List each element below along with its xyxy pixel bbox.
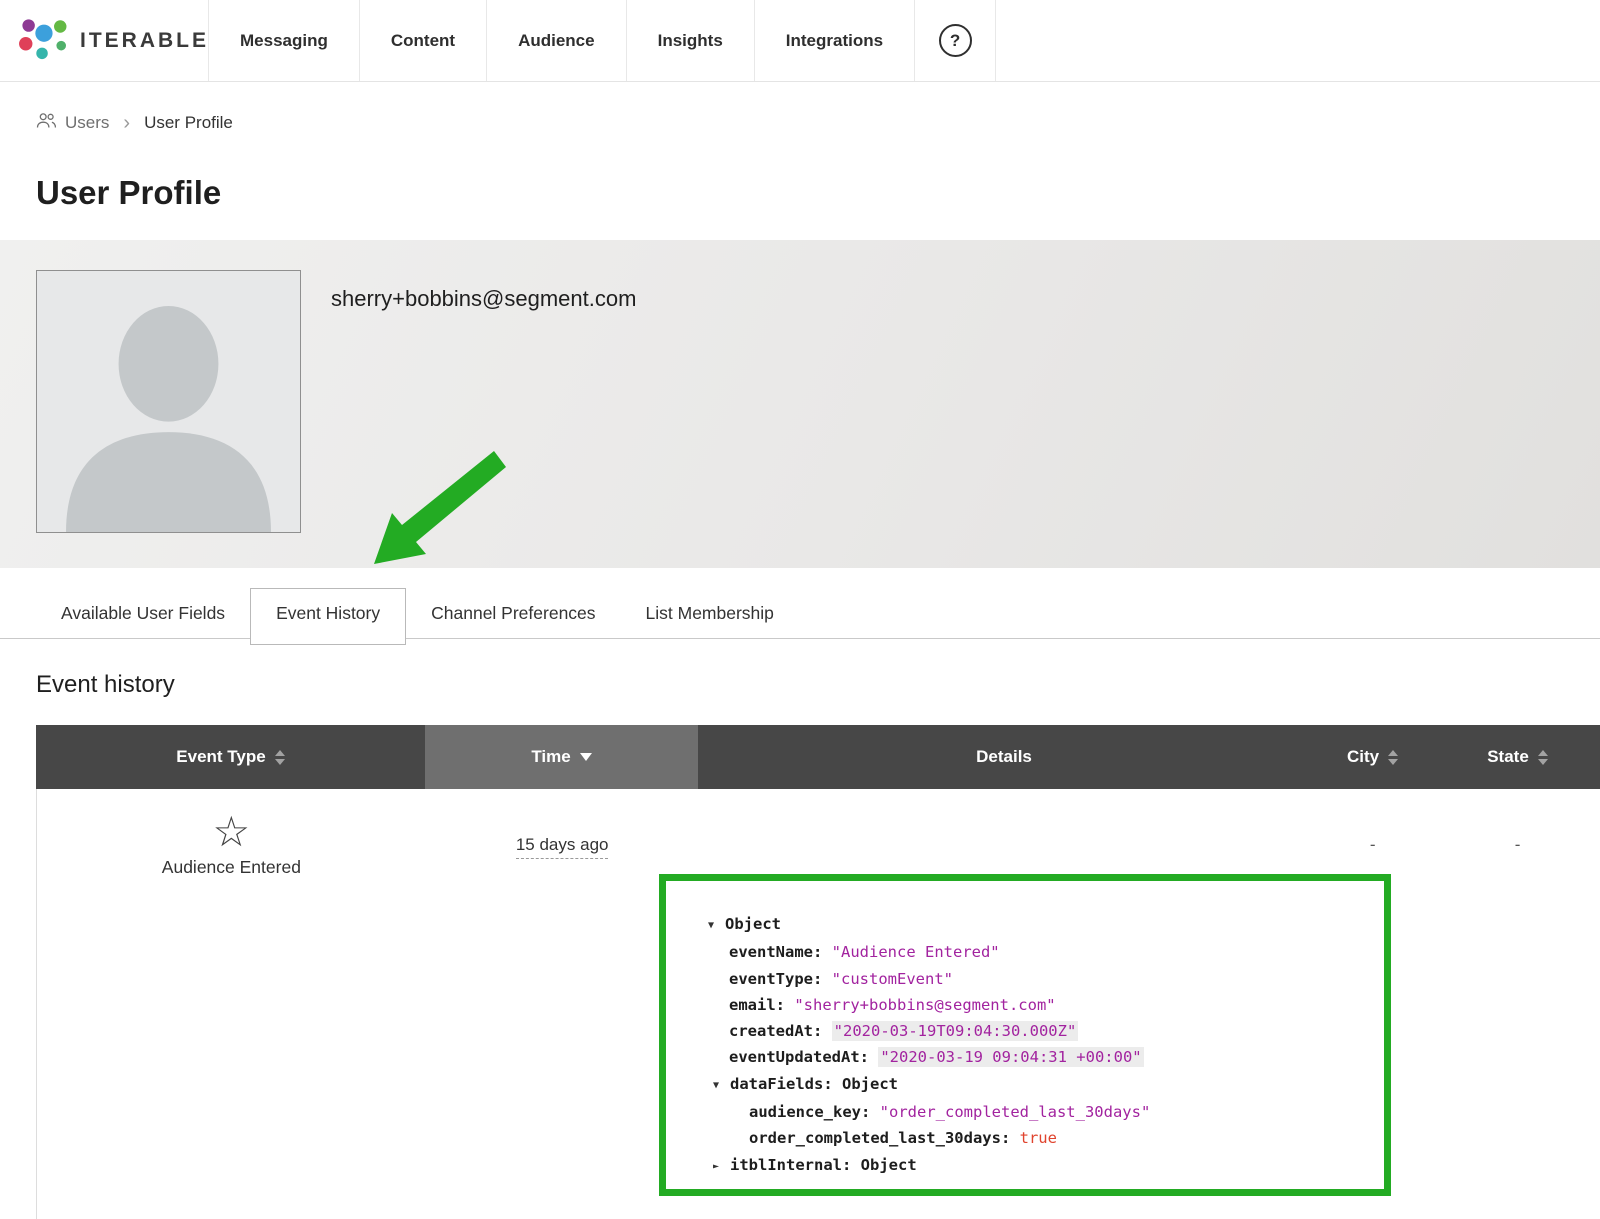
table-row: ☆ Audience Entered 15 days ago - - ▼Obje… [36, 789, 1600, 1219]
user-profile-page: ITERABLE Messaging Content Audience Insi… [0, 0, 1600, 1219]
breadcrumb: Users › User Profile [36, 112, 1600, 134]
event-type-cell: ☆ Audience Entered [37, 789, 426, 1219]
column-header-time[interactable]: Time [425, 725, 698, 789]
json-field-dataFields: ▼dataFields: Object [708, 1071, 1374, 1099]
star-icon[interactable]: ☆ [37, 811, 426, 853]
tab-channel-preferences[interactable]: Channel Preferences [406, 589, 620, 638]
profile-tabs: Available User Fields Event History Chan… [0, 587, 1600, 639]
brand-name: ITERABLE [80, 29, 209, 53]
tab-list-membership[interactable]: List Membership [621, 589, 799, 638]
state-cell: - [1435, 789, 1600, 1219]
help-button[interactable]: ? [915, 0, 996, 81]
sort-icon [1538, 750, 1548, 765]
main-nav: Messaging Content Audience Insights Inte… [208, 0, 996, 81]
brand[interactable]: ITERABLE [0, 0, 208, 81]
json-field-eventType: eventType: "customEvent" [708, 966, 1374, 992]
table-header-row: Event Type Time Details City State [36, 725, 1600, 789]
sort-icon [275, 750, 285, 765]
json-field-email: email: "sherry+bobbins@segment.com" [708, 992, 1374, 1018]
sorted-desc-icon [580, 753, 592, 761]
users-icon [36, 112, 57, 134]
profile-banner: sherry+bobbins@segment.com [0, 240, 1600, 568]
page-title: User Profile [36, 174, 1600, 212]
column-header-event-type[interactable]: Event Type [36, 725, 425, 789]
collapse-triangle-icon[interactable]: ▼ [708, 913, 725, 939]
tab-event-history[interactable]: Event History [250, 588, 406, 645]
profile-email: sherry+bobbins@segment.com [331, 286, 636, 568]
json-field-createdAt: createdAt: "2020-03-19T09:04:30.000Z" [708, 1018, 1374, 1044]
nav-messaging[interactable]: Messaging [208, 0, 360, 81]
sort-icon [1388, 750, 1398, 765]
time-header-label: Time [531, 747, 570, 767]
relative-time[interactable]: 15 days ago [516, 835, 609, 859]
details-annotation-box: ▼Object eventName: "Audience Entered" ev… [659, 874, 1391, 1196]
time-cell: 15 days ago [426, 789, 699, 1219]
avatar-silhouette-icon [37, 285, 300, 532]
breadcrumb-users-label: Users [65, 113, 109, 133]
breadcrumb-current: User Profile [144, 113, 233, 133]
help-icon: ? [939, 24, 972, 57]
json-field-itblInternal: ►itblInternal: Object [708, 1152, 1374, 1180]
column-header-details[interactable]: Details [698, 725, 1310, 789]
json-root-line: ▼Object [708, 911, 1374, 939]
nav-content[interactable]: Content [360, 0, 487, 81]
nav-audience[interactable]: Audience [487, 0, 627, 81]
details-header-label: Details [976, 747, 1032, 767]
event-history-table: Event Type Time Details City State ☆ [36, 725, 1600, 1219]
event-type-label: Audience Entered [37, 857, 426, 878]
tab-available-user-fields[interactable]: Available User Fields [36, 589, 250, 638]
city-header-label: City [1347, 747, 1379, 767]
breadcrumb-users[interactable]: Users [36, 112, 109, 134]
nav-integrations[interactable]: Integrations [755, 0, 915, 81]
json-field-eventName: eventName: "Audience Entered" [708, 939, 1374, 965]
expand-triangle-icon[interactable]: ► [713, 1154, 730, 1180]
top-nav: ITERABLE Messaging Content Audience Insi… [0, 0, 1600, 82]
chevron-right-icon: › [123, 113, 130, 133]
event-history-heading: Event history [36, 671, 1600, 699]
event-details-json-tree: ▼Object eventName: "Audience Entered" ev… [666, 881, 1384, 1180]
avatar [36, 270, 301, 533]
json-field-audience-key: audience_key: "order_completed_last_30da… [708, 1099, 1374, 1125]
collapse-triangle-icon[interactable]: ▼ [713, 1073, 730, 1099]
iterable-logo-icon [18, 15, 68, 66]
json-field-eventUpdatedAt: eventUpdatedAt: "2020-03-19 09:04:31 +00… [708, 1044, 1374, 1070]
event-type-header-label: Event Type [176, 747, 265, 767]
column-header-city[interactable]: City [1310, 725, 1435, 789]
nav-insights[interactable]: Insights [627, 0, 755, 81]
state-header-label: State [1487, 747, 1529, 767]
json-field-order-completed: order_completed_last_30days: true [708, 1125, 1374, 1151]
json-object-label: Object [725, 915, 781, 933]
column-header-state[interactable]: State [1435, 725, 1600, 789]
